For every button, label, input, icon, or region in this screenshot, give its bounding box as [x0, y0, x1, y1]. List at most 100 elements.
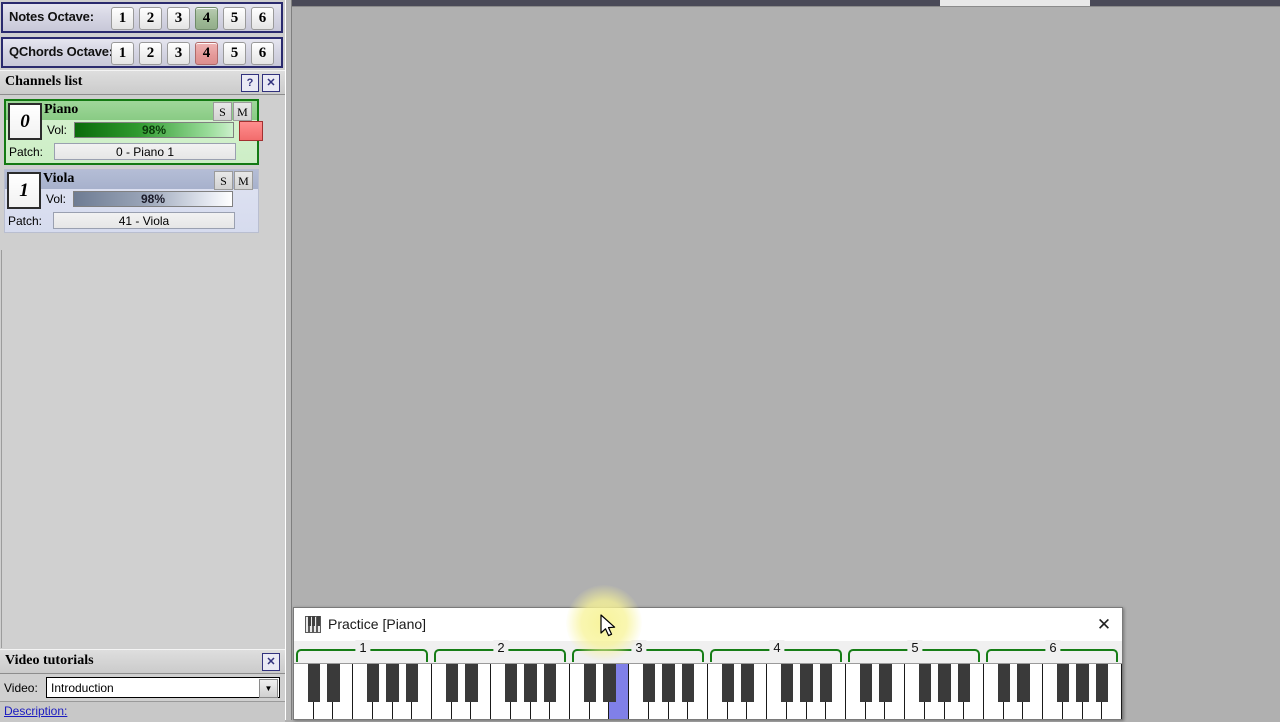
- panel-splitter[interactable]: [285, 0, 292, 720]
- channels-list-empty-area: [0, 250, 285, 648]
- volume-row-viola: Vol: 98%: [5, 189, 258, 210]
- channels-list-empty-inner: [1, 250, 284, 648]
- piano-black-key[interactable]: [465, 664, 478, 702]
- notes-octave-button-6[interactable]: 6: [251, 7, 274, 30]
- piano-black-key[interactable]: [741, 664, 754, 702]
- patch-select-piano[interactable]: 0 - Piano 1: [54, 143, 236, 160]
- practice-piano-window: Practice [Piano] ✕ 1 2 3 4 5 6: [293, 607, 1123, 720]
- volume-slider-viola[interactable]: 98%: [73, 191, 233, 207]
- piano-black-key[interactable]: [327, 664, 340, 702]
- piano-black-key[interactable]: [1076, 664, 1089, 702]
- octave-number-1: 1: [355, 640, 371, 655]
- piano-black-key[interactable]: [445, 664, 458, 702]
- notes-octave-row: Notes Octave: 1 2 3 4 5 6: [1, 2, 283, 33]
- video-tutorials-panel: Video tutorials ✕ Video: Introduction ▼ …: [0, 649, 285, 722]
- video-label: Video:: [4, 681, 38, 695]
- volume-label-viola: Vol:: [46, 192, 67, 206]
- channels-list-header-buttons: ? ✕: [241, 74, 280, 92]
- video-dropdown[interactable]: Introduction ▼: [46, 677, 280, 698]
- qchords-octave-button-4-selected[interactable]: 4: [195, 42, 218, 65]
- piano-black-key[interactable]: [1056, 664, 1069, 702]
- qchords-octave-button-1[interactable]: 1: [111, 42, 134, 65]
- piano-black-key[interactable]: [958, 664, 971, 702]
- channel-strip-viola[interactable]: Viola S M 1 Vol: 98% Patch: 41 - Viola: [4, 169, 259, 233]
- octave-number-6: 6: [1045, 640, 1061, 655]
- qchords-octave-button-6[interactable]: 6: [251, 42, 274, 65]
- octave-markers-strip: 1 2 3 4 5 6: [294, 640, 1122, 664]
- channel-number-viola: 1: [7, 172, 41, 209]
- channel-header-viola: Viola S M: [5, 170, 258, 190]
- channel-name-piano: Piano: [44, 102, 79, 117]
- video-select-row: Video: Introduction ▼: [0, 674, 285, 701]
- octave-number-5: 5: [907, 640, 923, 655]
- solo-button-piano[interactable]: S: [213, 102, 232, 121]
- description-row: Description:: [0, 701, 285, 722]
- channels-list-title: Channels list: [5, 74, 83, 89]
- piano-black-key[interactable]: [366, 664, 379, 702]
- piano-black-key[interactable]: [780, 664, 793, 702]
- notes-octave-button-4-selected[interactable]: 4: [195, 7, 218, 30]
- piano-black-key[interactable]: [1017, 664, 1030, 702]
- piano-keyboard: [294, 664, 1122, 719]
- piano-black-key[interactable]: [820, 664, 833, 702]
- patch-select-viola[interactable]: 41 - Viola: [53, 212, 235, 229]
- piano-black-key[interactable]: [307, 664, 320, 702]
- volume-slider-piano[interactable]: 98%: [74, 122, 234, 138]
- piano-black-key[interactable]: [938, 664, 951, 702]
- channel-header-piano: Piano S M: [6, 101, 257, 121]
- mute-button-piano[interactable]: M: [233, 102, 252, 121]
- piano-black-key[interactable]: [386, 664, 399, 702]
- piano-black-key[interactable]: [721, 664, 734, 702]
- close-icon[interactable]: ✕: [262, 74, 280, 92]
- channels-list-header: Channels list ? ✕: [0, 70, 285, 95]
- channel-color-swatch-piano[interactable]: [239, 121, 263, 141]
- qchords-octave-label: QChords Octave:: [9, 44, 113, 59]
- left-panel: Notes Octave: 1 2 3 4 5 6 QChords Octave…: [0, 0, 292, 722]
- notes-octave-button-3[interactable]: 3: [167, 7, 190, 30]
- description-link[interactable]: Description:: [4, 704, 67, 718]
- video-tutorials-header: Video tutorials ✕: [0, 649, 285, 674]
- piano-black-key[interactable]: [1096, 664, 1109, 702]
- piano-black-key[interactable]: [524, 664, 537, 702]
- piano-black-key[interactable]: [800, 664, 813, 702]
- qchords-octave-button-5[interactable]: 5: [223, 42, 246, 65]
- chevron-down-icon[interactable]: ▼: [259, 679, 278, 698]
- patch-label-piano: Patch:: [9, 145, 44, 159]
- octave-number-4: 4: [769, 640, 785, 655]
- piano-black-key[interactable]: [879, 664, 892, 702]
- octave-number-2: 2: [493, 640, 509, 655]
- mute-button-viola[interactable]: M: [234, 171, 253, 190]
- channel-name-viola: Viola: [43, 171, 75, 186]
- notes-octave-button-5[interactable]: 5: [223, 7, 246, 30]
- piano-black-key[interactable]: [603, 664, 616, 702]
- notes-octave-button-1[interactable]: 1: [111, 7, 134, 30]
- qchords-octave-button-2[interactable]: 2: [139, 42, 162, 65]
- piano-black-key[interactable]: [682, 664, 695, 702]
- piano-black-key[interactable]: [406, 664, 419, 702]
- piano-black-key[interactable]: [997, 664, 1010, 702]
- piano-black-key[interactable]: [642, 664, 655, 702]
- piano-black-key[interactable]: [662, 664, 675, 702]
- patch-label-viola: Patch:: [8, 214, 43, 228]
- notes-octave-buttons: 1 2 3 4 5 6: [111, 7, 274, 30]
- piano-black-key[interactable]: [583, 664, 596, 702]
- channels-list-panel: Channels list ? ✕ Piano S M 0 Vol: 98% P…: [0, 70, 285, 250]
- piano-black-key[interactable]: [544, 664, 557, 702]
- video-tutorials-header-buttons: ✕: [262, 653, 280, 671]
- notes-octave-button-2[interactable]: 2: [139, 7, 162, 30]
- piano-black-key[interactable]: [918, 664, 931, 702]
- piano-window-titlebar[interactable]: Practice [Piano] ✕: [294, 608, 1122, 641]
- channel-strip-piano[interactable]: Piano S M 0 Vol: 98% Patch: 0 - Piano 1: [4, 99, 263, 165]
- qchords-octave-row: QChords Octave: 1 2 3 4 5 6: [1, 37, 283, 68]
- piano-black-key[interactable]: [859, 664, 872, 702]
- close-icon[interactable]: ✕: [1092, 613, 1116, 637]
- close-icon[interactable]: ✕: [262, 653, 280, 671]
- qchords-octave-button-3[interactable]: 3: [167, 42, 190, 65]
- help-icon[interactable]: ?: [241, 74, 259, 92]
- octave-number-3: 3: [631, 640, 647, 655]
- qchords-octave-buttons: 1 2 3 4 5 6: [111, 42, 274, 65]
- video-tutorials-title: Video tutorials: [5, 653, 94, 668]
- solo-button-viola[interactable]: S: [214, 171, 233, 190]
- notes-octave-label: Notes Octave:: [9, 9, 94, 24]
- piano-black-key[interactable]: [504, 664, 517, 702]
